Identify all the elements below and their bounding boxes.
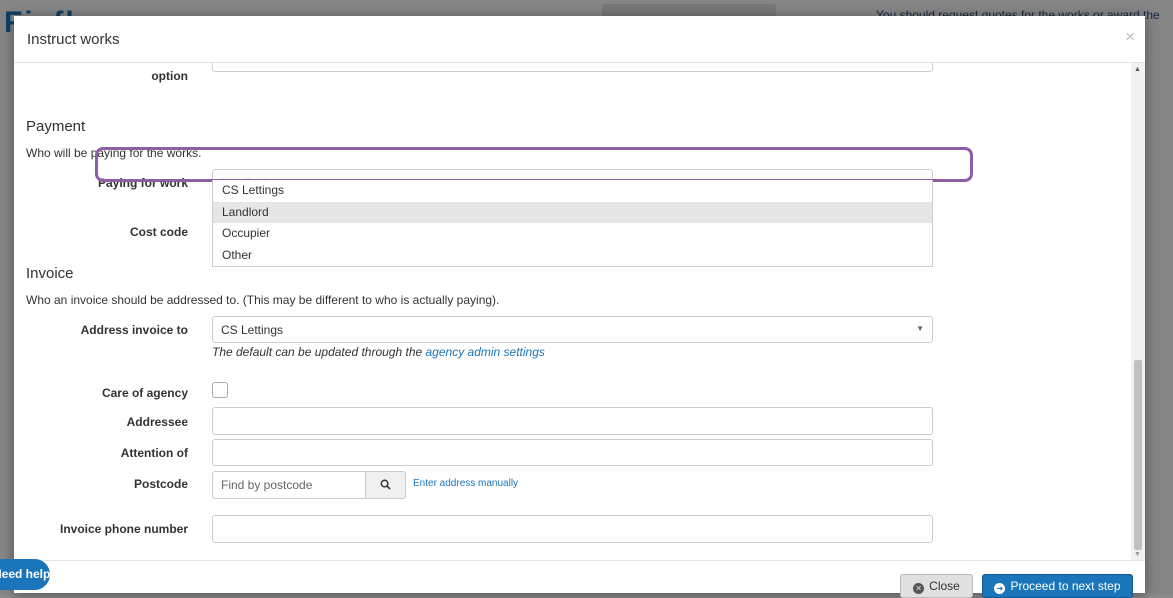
addressee-input[interactable] — [212, 407, 933, 435]
scroll-down-icon[interactable]: ▼ — [1134, 551, 1141, 558]
search-icon — [380, 479, 391, 490]
dropdown-option[interactable]: CS Lettings — [213, 180, 932, 202]
focus-highlight — [95, 147, 973, 182]
partial-field-label: option — [151, 69, 188, 83]
address-invoice-value: CS Lettings — [221, 323, 284, 337]
invoice-section-title: Invoice — [26, 265, 74, 282]
instruct-works-modal: Instruct works × option Payment Who will… — [14, 16, 1145, 598]
close-button-label: Close — [929, 579, 960, 593]
scrollbar-thumb[interactable] — [1134, 360, 1142, 550]
care-of-agency-checkbox[interactable] — [212, 382, 228, 398]
hint-text: The default can be updated through the — [212, 345, 426, 359]
close-button[interactable]: ✕ Close — [900, 574, 973, 598]
close-icon[interactable]: × — [1125, 27, 1135, 47]
proceed-button[interactable]: ➜ Proceed to next step — [982, 574, 1133, 598]
payment-section-title: Payment — [26, 118, 86, 135]
attention-of-label: Attention of — [120, 446, 188, 460]
postcode-placeholder: Find by postcode — [221, 478, 313, 492]
enter-address-manually-link[interactable]: Enter address manually — [413, 478, 518, 489]
modal-footer: ✕ Close ➜ Proceed to next step — [14, 560, 1145, 598]
chevron-down-icon: ▼ — [916, 324, 924, 333]
invoice-phone-input[interactable] — [212, 515, 933, 543]
invoice-phone-label: Invoice phone number — [59, 522, 188, 536]
care-of-agency-label: Care of agency — [101, 386, 188, 400]
attention-of-input[interactable] — [212, 439, 933, 466]
modal-body: option Payment Who will be paying for th… — [14, 63, 1136, 560]
close-circle-icon: ✕ — [913, 583, 925, 594]
arrow-right-icon: ➜ — [994, 583, 1006, 594]
cost-code-label: Cost code — [129, 225, 188, 239]
modal-scrollbar[interactable]: ▲ ▼ — [1131, 63, 1145, 560]
modal-header: Instruct works × — [14, 16, 1145, 63]
need-help-button[interactable]: Need help? — [0, 559, 50, 590]
proceed-button-label: Proceed to next step — [1010, 579, 1121, 593]
postcode-search-button[interactable] — [365, 471, 406, 499]
postcode-label: Postcode — [133, 477, 188, 491]
postcode-input[interactable]: Find by postcode — [212, 471, 366, 499]
invoice-description: Who an invoice should be addressed to. (… — [26, 293, 500, 307]
addressee-label: Addressee — [126, 415, 188, 429]
dropdown-option[interactable]: Occupier — [213, 223, 932, 245]
modal-title: Instruct works — [27, 31, 120, 48]
dropdown-option[interactable]: Landlord — [213, 201, 932, 223]
dropdown-option[interactable]: Other — [213, 245, 932, 267]
address-invoice-select[interactable]: CS Lettings ▼ — [212, 316, 933, 343]
paying-for-work-dropdown: CS Lettings Landlord Occupier Other — [212, 180, 933, 267]
partial-field[interactable] — [212, 63, 933, 72]
need-help-label: Need help? — [0, 567, 50, 581]
scroll-up-icon[interactable]: ▲ — [1134, 66, 1141, 73]
agency-admin-settings-link[interactable]: agency admin settings — [426, 345, 545, 359]
address-hint: The default can be updated through the a… — [212, 345, 545, 359]
address-invoice-label: Address invoice to — [80, 323, 188, 337]
